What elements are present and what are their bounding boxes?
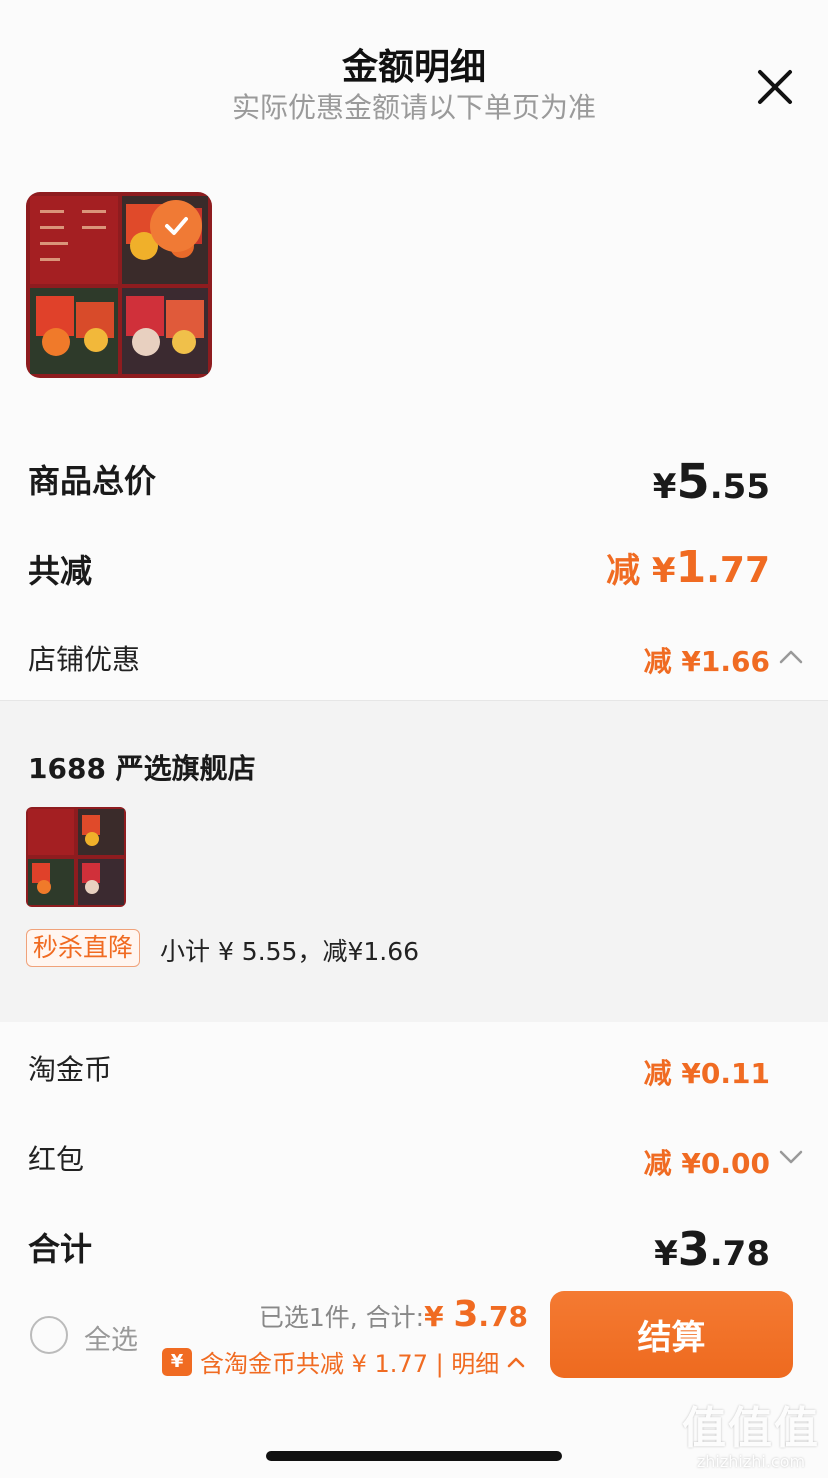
coins-value: 减 ¥0.11	[643, 1057, 770, 1090]
red-packet-value: 减 ¥0.00	[643, 1147, 770, 1180]
page-subtitle: 实际优惠金额请以下单页为准	[231, 91, 596, 124]
grand-total-row: 合计 ¥3.78	[0, 1222, 828, 1284]
total-reduce-row: 共减 减 ¥1.77	[0, 542, 828, 606]
shop-subtotal: 小计 ¥ 5.55，减¥1.66	[160, 937, 420, 966]
shop-discount-panel: 1688 严选旗舰店 秒杀直降 小计 ¥ 5.55，减¥1.66	[0, 700, 828, 1022]
coin-detail-text: 含淘金币共减 ¥ 1.77 | 明细	[200, 1350, 500, 1378]
select-all-radio[interactable]	[30, 1316, 68, 1354]
page-title: 金额明细	[341, 47, 486, 88]
chevron-up-small-icon	[508, 1357, 525, 1367]
selected-summary: 已选1件, 合计:¥ 3.78	[258, 1294, 528, 1335]
close-button[interactable]	[752, 64, 798, 110]
shop-discount-value: 减 ¥1.66	[643, 645, 770, 678]
check-icon	[165, 217, 188, 235]
home-indicator	[266, 1451, 562, 1461]
total-price-value: ¥5.55	[652, 454, 770, 510]
total-price-row: 商品总价 ¥5.55	[0, 454, 828, 516]
red-packet-label: 红包	[28, 1143, 85, 1176]
header: 金额明细 实际优惠金额请以下单页为准	[0, 0, 828, 140]
close-icon	[758, 70, 792, 104]
total-reduce-value: 减 ¥1.77	[606, 542, 770, 593]
total-price-label: 商品总价	[28, 462, 157, 500]
coins-label: 淘金币	[28, 1053, 113, 1086]
grand-total-label: 合计	[28, 1230, 93, 1268]
shop-product-thumbnail	[26, 807, 126, 907]
red-packet-row[interactable]: 红包 减 ¥0.00	[0, 1136, 828, 1186]
watermark-logo: 值值值 zhizhizhi.com	[682, 1392, 820, 1471]
watermark-text: 值值值	[682, 1403, 820, 1454]
checkout-button[interactable]: 结算	[550, 1291, 793, 1378]
select-all-label[interactable]: 全选	[84, 1318, 138, 1357]
watermark-url: zhizhizhi.com	[696, 1452, 806, 1471]
promo-tag: 秒杀直降	[26, 929, 141, 967]
chevron-up-icon[interactable]	[778, 644, 804, 670]
coin-icon: ¥	[162, 1347, 192, 1376]
coins-row: 淘金币 减 ¥0.11	[0, 1046, 828, 1096]
chevron-down-icon[interactable]	[778, 1144, 804, 1170]
selected-check-badge	[150, 200, 202, 252]
total-reduce-label: 共减	[28, 552, 93, 590]
coin-detail-link[interactable]: ¥ 含淘金币共减 ¥ 1.77 | 明细	[162, 1344, 525, 1379]
grand-total-value: ¥3.78	[654, 1222, 770, 1276]
shop-name: 1688 严选旗舰店	[28, 752, 256, 785]
shop-discount-label: 店铺优惠	[28, 643, 141, 676]
shop-discount-row[interactable]: 店铺优惠 减 ¥1.66	[0, 636, 828, 686]
